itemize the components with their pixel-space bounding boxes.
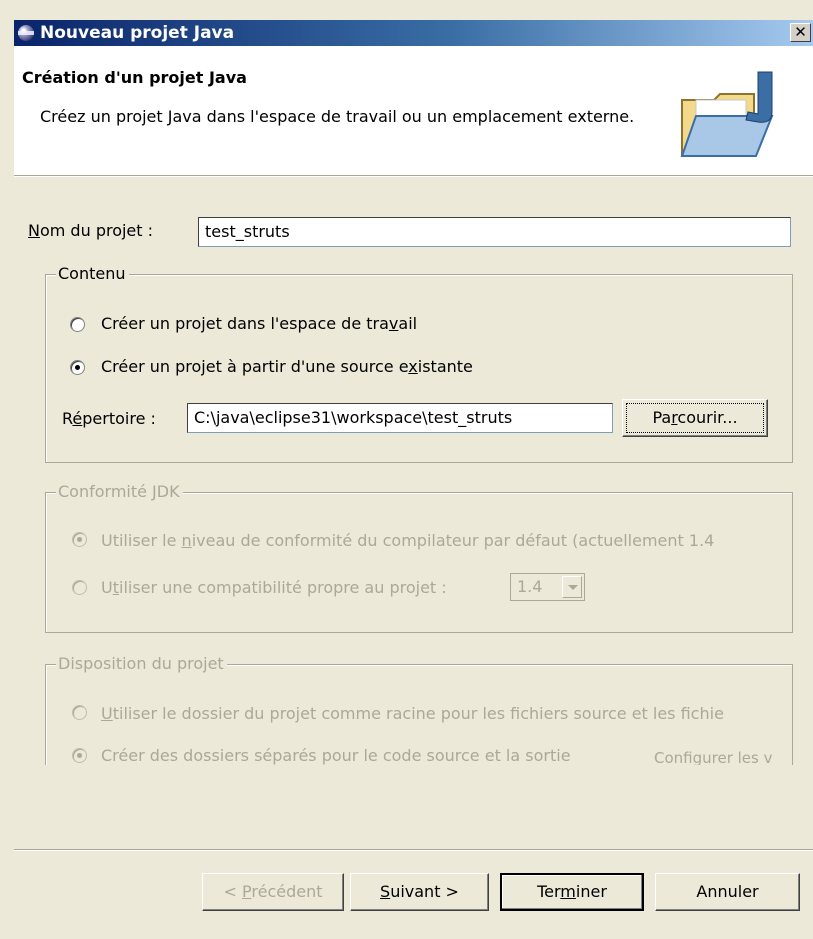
- cancel-button[interactable]: Annuler: [655, 873, 800, 911]
- project-compliance-radio[interactable]: [72, 580, 87, 595]
- configure-defaults-link[interactable]: Configurer les v: [654, 749, 773, 765]
- separate-folders-label[interactable]: Créer des dossiers séparés pour le code …: [101, 746, 571, 765]
- compliance-level-value: 1.4: [517, 577, 543, 596]
- wizard-banner: Création d'un projet Java Créez un proje…: [14, 46, 813, 175]
- project-name-label: Nom du projet :: [28, 221, 154, 240]
- java-folder-icon: [680, 71, 774, 157]
- project-root-label[interactable]: Utiliser le dossier du projet comme raci…: [101, 704, 724, 723]
- contents-group-title: Contenu: [56, 264, 129, 283]
- directory-input[interactable]: C:\java\eclipse31\workspace\test_struts: [187, 403, 613, 433]
- new-java-project-dialog: Nouveau projet Java ✕ Création d'un proj…: [0, 0, 813, 939]
- workspace-option-label[interactable]: Créer un projet dans l'espace de travail: [101, 314, 417, 333]
- eclipse-app-icon: [18, 25, 34, 41]
- browse-button[interactable]: Parcourir...: [622, 399, 768, 437]
- button-bar-separator: [14, 849, 813, 851]
- compliance-level-select[interactable]: 1.4: [510, 573, 585, 601]
- title-bar[interactable]: Nouveau projet Java ✕: [14, 20, 813, 46]
- project-compliance-label[interactable]: Utiliser une compatibilité propre au pro…: [101, 578, 447, 597]
- workspace-radio[interactable]: [70, 317, 85, 332]
- page-description: Créez un projet Java dans l'espace de tr…: [40, 107, 635, 126]
- page-title: Création d'un projet Java: [22, 68, 247, 87]
- project-layout-area: Disposition du projet Utiliser le dossie…: [14, 650, 813, 765]
- jdk-compliance-group: Conformité JDK: [45, 482, 793, 633]
- directory-label: Répertoire :: [62, 409, 156, 428]
- banner-separator: [14, 175, 813, 177]
- jdk-group-title: Conformité JDK: [56, 482, 183, 501]
- chevron-down-icon[interactable]: [562, 576, 582, 598]
- back-button[interactable]: < Précédent: [202, 873, 344, 911]
- separate-folders-radio[interactable]: [72, 748, 87, 763]
- finish-button[interactable]: Terminer: [500, 873, 644, 911]
- default-compliance-radio[interactable]: [72, 532, 87, 547]
- existing-source-option-label[interactable]: Créer un projet à partir d'une source ex…: [101, 357, 473, 376]
- project-root-radio[interactable]: [72, 705, 87, 720]
- layout-group-title: Disposition du projet: [56, 654, 227, 673]
- close-button[interactable]: ✕: [790, 23, 811, 42]
- project-name-input[interactable]: test_struts: [198, 217, 791, 247]
- next-button[interactable]: Suivant >: [350, 873, 489, 911]
- existing-source-radio[interactable]: [70, 360, 85, 375]
- window-title: Nouveau projet Java: [40, 23, 235, 43]
- default-compliance-label[interactable]: Utiliser le niveau de conformité du comp…: [101, 531, 714, 550]
